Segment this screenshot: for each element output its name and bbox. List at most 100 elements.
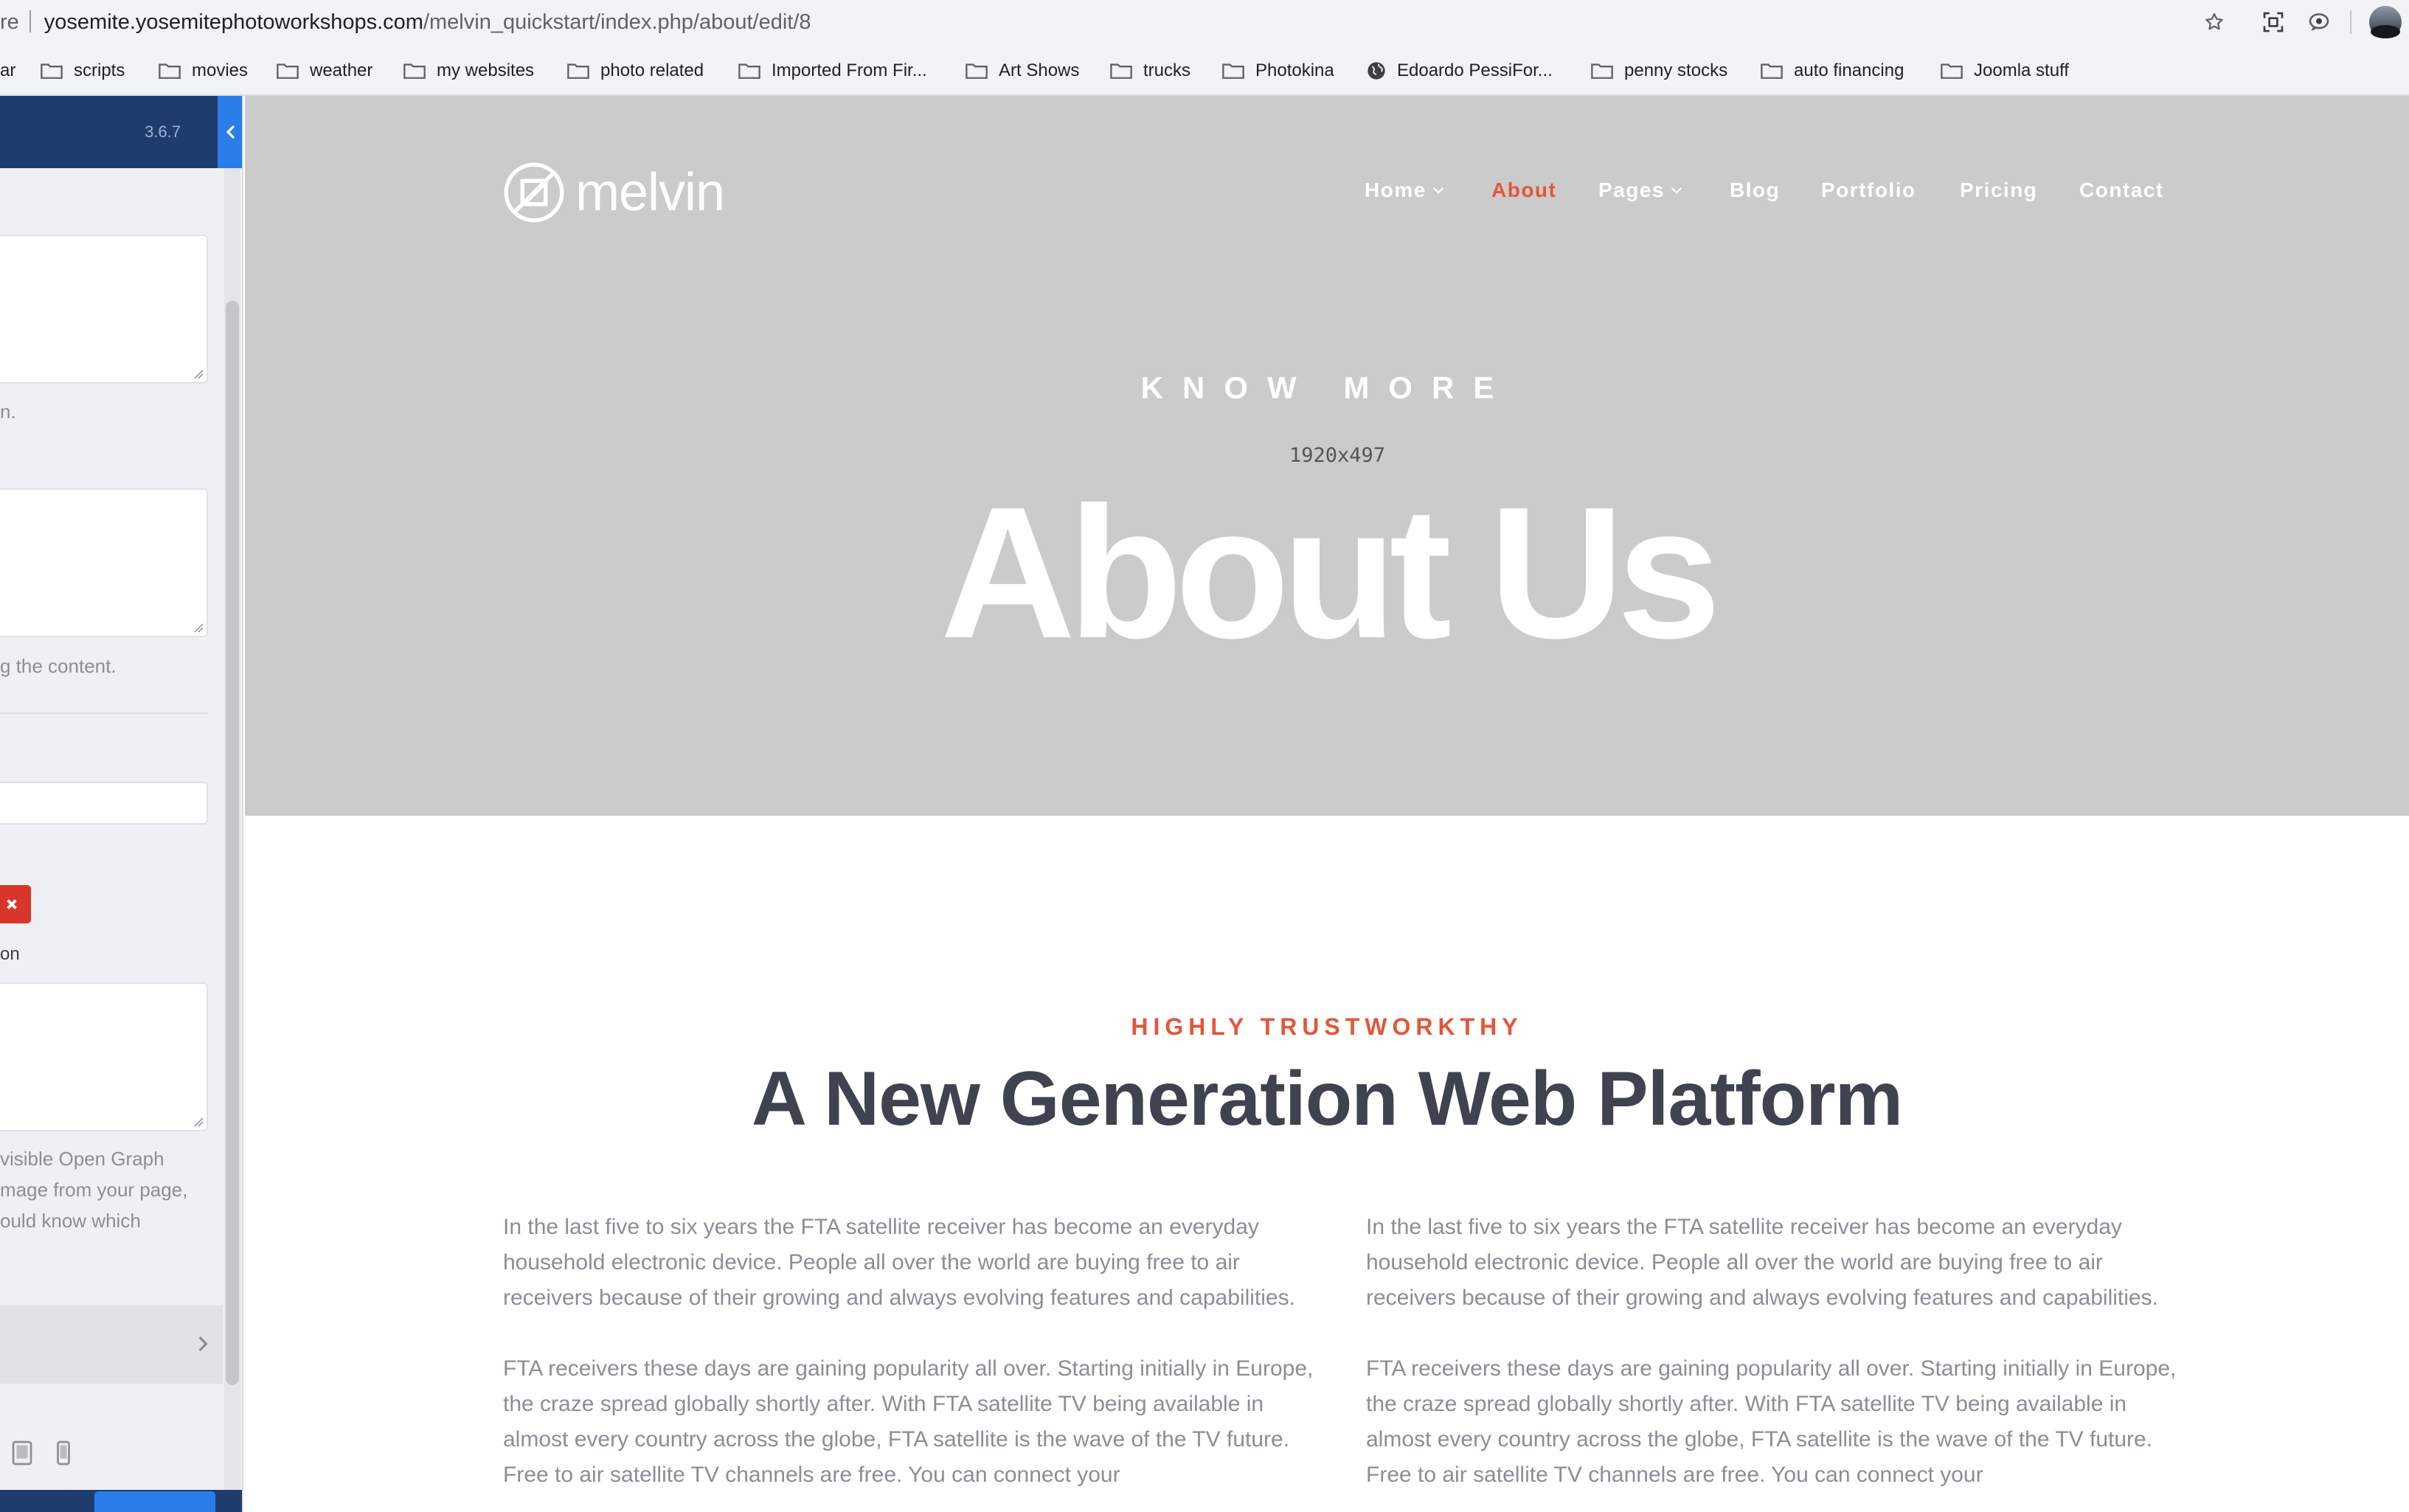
bookmark-folder-imported[interactable]: Imported From Fir... [738,58,927,84]
bookmark-folder-weather[interactable]: weather [276,58,372,84]
hero-kicker: KNOW MORE [1140,370,1514,405]
chevron-down-icon [1671,187,1682,194]
chevron-left-icon [226,125,235,139]
section-title: A New Generation Web Platform [751,1056,1903,1142]
meta-keywords-textarea[interactable] [0,488,208,637]
paragraph: In the last five to six years the FTA sa… [503,1215,1295,1310]
address-bar[interactable]: re yosemite.yosemitephotoworkshops.com/me… [0,0,2409,46]
bookmark-label: Imported From Fir... [772,60,927,80]
bookmark-label: trucks [1143,60,1191,80]
og-help-line: mage from your page, [0,1179,188,1201]
bookmark-label: Edoardo PessiFor... [1397,60,1553,80]
folder-icon [1591,63,1613,79]
chat-extension-icon[interactable] [2303,6,2335,38]
bookmark-folder-photo-related[interactable]: photo related [566,58,704,84]
paragraph: FTA receivers these days are gaining pop… [503,1356,1314,1487]
panel-divider [0,712,208,714]
folder-icon [966,63,988,79]
address-url[interactable]: re yosemite.yosemitephotoworkshops.com/me… [0,6,811,38]
chevron-right-icon [198,1336,208,1352]
mobile-icon[interactable] [55,1440,72,1466]
close-icon [7,899,17,909]
og-description-label: on [0,944,20,964]
nav-contact[interactable]: Contact [2079,178,2164,202]
bookmark-folder-auto-financing[interactable]: auto financing [1760,58,1904,84]
screenshot-extension-icon[interactable] [2257,6,2290,38]
panel-collapse-button[interactable] [218,96,242,168]
panel-scrollbar-thumb[interactable] [226,301,239,1385]
bookmark-folder-joomla-stuff[interactable]: Joomla stuff [1940,58,2069,84]
og-help-line: visible Open Graph [0,1148,164,1170]
nav-pricing[interactable]: Pricing [1960,178,2037,202]
bookmark-item[interactable]: ar [0,58,15,84]
folder-icon [41,63,63,79]
nav-label: Blog [1730,178,1781,201]
device-preview-switcher [10,1440,72,1466]
panel-version: 3.6.7 [145,122,181,141]
nav-about[interactable]: About [1491,178,1556,202]
folder-icon [1222,63,1244,79]
bookmark-label: Joomla stuff [1974,60,2069,80]
nav-pages[interactable]: Pages [1598,178,1682,202]
paragraph: FTA receivers these days are gaining pop… [1366,1356,2177,1487]
main-navigation: Home About Pages Blog Portfolio Pricing … [245,178,2409,208]
resize-grip-icon [194,1117,204,1127]
nav-blog[interactable]: Blog [1730,178,1780,202]
address-separator [29,10,31,32]
bookmark-label: Art Shows [999,60,1080,80]
resize-grip-icon [194,623,204,633]
folder-icon [1761,63,1783,79]
hero-placeholder-size: 1920x497 [1289,444,1386,467]
tablet-icon[interactable] [10,1440,34,1466]
bookmark-star-icon[interactable] [2200,6,2229,38]
hero-title: About Us [940,468,1722,677]
folder-icon [159,63,181,79]
bookmark-label: auto financing [1794,60,1904,80]
panel-accordion-row[interactable] [0,1305,223,1384]
bookmark-folder-photokina[interactable]: Photokina [1221,58,1334,84]
folder-icon [1941,63,1963,79]
bookmarks-bar: ar scripts movies weather my websites ph… [0,46,2409,96]
profile-avatar[interactable] [2368,6,2403,38]
og-title-input[interactable] [0,782,208,825]
bookmark-folder-penny-stocks[interactable]: penny stocks [1590,58,1727,84]
globe-icon [1368,62,1385,80]
paragraph: In the last five to six years the FTA sa… [1366,1215,2158,1310]
folder-icon [277,63,299,79]
og-help-line: ould know which [0,1210,141,1232]
bookmark-folder-art-shows[interactable]: Art Shows [965,58,1079,84]
bookmark-label: photo related [600,60,704,80]
content-column-left: In the last five to six years the FTA sa… [503,1210,1322,1512]
nav-portfolio[interactable]: Portfolio [1821,178,1916,202]
meta-description-textarea[interactable] [0,235,208,384]
remove-image-button[interactable] [0,885,31,923]
toolbar-divider [2350,10,2351,34]
bookmark-label: my websites [437,60,535,80]
content-column-right: In the last five to six years the FTA sa… [1366,1210,2185,1512]
address-prefix: re [0,10,19,34]
hero-banner: melvin Home About Pages Blog Portfolio P… [245,96,2409,816]
bookmark-label: Photokina [1255,60,1334,80]
address-path: /melvin_quickstart/index.php/about/edit/… [423,10,811,34]
keywords-help-text: g the content. [0,655,117,677]
description-help-text: n. [0,400,16,423]
bookmark-label: scripts [74,60,125,80]
folder-icon [1110,63,1132,79]
panel-save-button[interactable] [94,1491,215,1512]
bookmark-edoardo[interactable]: Edoardo PessiFor... [1366,58,1553,84]
bookmark-folder-trucks[interactable]: trucks [1109,58,1190,84]
site-preview: melvin Home About Pages Blog Portfolio P… [245,96,2409,1512]
og-description-textarea[interactable] [0,982,208,1131]
panel-header: 3.6.7 [0,96,218,168]
nav-label: Contact [2079,178,2164,201]
editor-panel: 3.6.7 n. g the content. on visible Open … [0,96,243,1512]
section-kicker: HIGHLY TRUSTWORKTHY [1131,1013,1523,1040]
address-host: yosemite.yosemitephotoworkshops.com [44,10,423,34]
resize-grip-icon [194,370,204,379]
nav-home[interactable]: Home [1365,178,1444,202]
panel-footer [0,1490,242,1512]
bookmark-folder-scripts[interactable]: scripts [40,58,125,84]
folder-icon [567,63,589,79]
bookmark-folder-movies[interactable]: movies [158,58,248,84]
bookmark-folder-my-websites[interactable]: my websites [403,58,534,84]
